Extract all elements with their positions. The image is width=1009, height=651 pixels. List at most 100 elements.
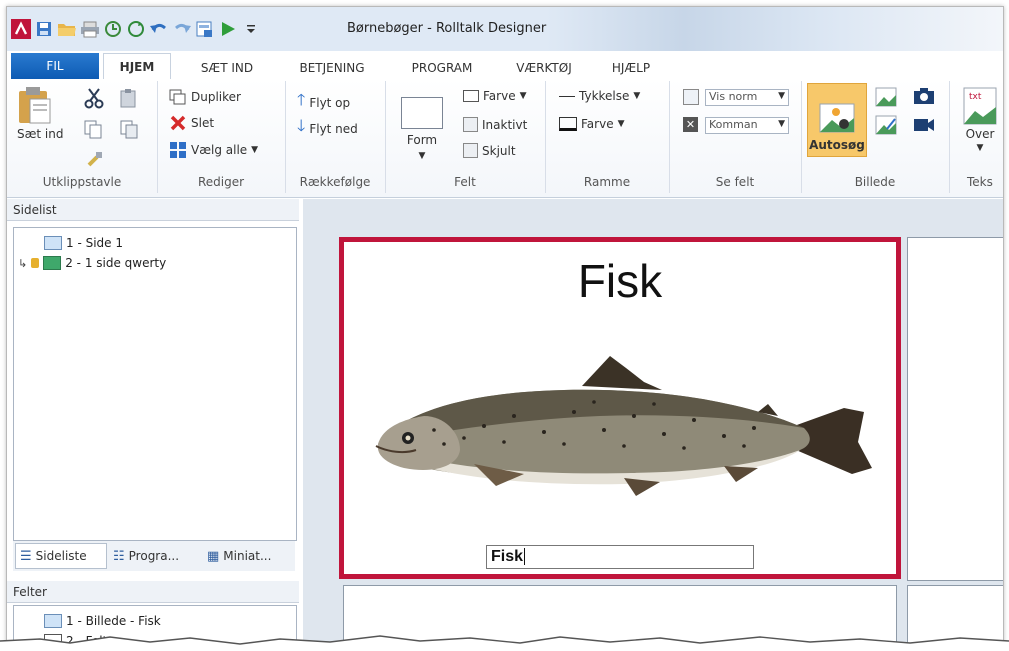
- image-edit-button[interactable]: [875, 115, 897, 135]
- layout-icon[interactable]: [195, 19, 215, 39]
- list-icon: ☰: [20, 548, 32, 564]
- tab-sideliste[interactable]: ☰ Sideliste: [15, 543, 107, 569]
- view-mode-dropdown[interactable]: Vis norm ▼: [705, 89, 789, 106]
- tree-icon: ☷: [113, 548, 125, 564]
- copy-icon: [84, 120, 102, 139]
- hidden-checkbox[interactable]: Skjult: [463, 143, 516, 158]
- chevron-down-icon: ▼: [418, 151, 426, 161]
- app-logo-icon[interactable]: [11, 19, 31, 39]
- grid-icon: ▦: [207, 548, 220, 564]
- paste-label: Sæt ind: [17, 127, 64, 141]
- run-icon[interactable]: [218, 19, 238, 39]
- page-item-1[interactable]: 1 - Side 1: [44, 234, 123, 252]
- move-down-button[interactable]: 🡓 Flyt ned: [297, 115, 358, 142]
- move-up-button[interactable]: 🡑 Flyt op: [297, 89, 350, 116]
- torn-edge-decoration: [0, 635, 1009, 651]
- view-field-group: Vis norm ▼ ✕ Komman ▼ Se felt: [669, 81, 802, 193]
- select-all-button[interactable]: Vælg alle ▼: [169, 141, 258, 159]
- card-text-input[interactable]: Fisk: [486, 545, 754, 569]
- chevron-down-icon: ▼: [251, 145, 259, 155]
- tab-fil[interactable]: FIL: [11, 53, 99, 79]
- field-icon: [44, 614, 62, 628]
- history-icon[interactable]: [103, 19, 123, 39]
- ribbon-tabs: FIL HJEM SÆT IND BETJENING PROGRAM VÆRKT…: [7, 51, 1003, 80]
- video-camera-icon: [914, 119, 934, 131]
- line-thickness-icon: [559, 95, 575, 97]
- arrow-down-icon: 🡓: [297, 116, 306, 135]
- view-field-icon: [683, 89, 699, 105]
- app-window: Børnebøger - Rolltalk Designer FIL HJEM …: [6, 6, 1004, 648]
- redo-icon[interactable]: [172, 19, 192, 39]
- view-mode-select[interactable]: [683, 89, 699, 105]
- page-item-label: 2 - 1 side qwerty: [65, 256, 167, 270]
- copy-format-button[interactable]: [119, 119, 139, 139]
- move-down-label: Flyt ned: [309, 121, 358, 136]
- delete-icon: [170, 115, 186, 131]
- command-icon-button[interactable]: ✕: [683, 117, 698, 132]
- field-group: Form ▼ Farve ▼ Inaktivt Skjult Felt: [385, 81, 546, 193]
- page-item-2[interactable]: ↳ 2 - 1 side qwerty: [18, 254, 166, 272]
- field-color-button[interactable]: Farve ▼: [463, 89, 527, 103]
- thickness-button[interactable]: Tykkelse ▼: [559, 89, 640, 103]
- save-icon[interactable]: [34, 19, 54, 39]
- text-caret: [524, 548, 526, 566]
- lock-icon: [31, 258, 40, 268]
- camera-button[interactable]: [913, 87, 935, 105]
- format-painter-button[interactable]: [85, 149, 105, 169]
- left-panel-tabs: ☰ Sideliste ☷ Progra... ▦ Miniat...: [13, 541, 295, 571]
- undo-icon[interactable]: [149, 19, 169, 39]
- select-all-icon: [170, 142, 186, 158]
- camera-icon: [914, 88, 934, 104]
- tab-hjem[interactable]: HJEM: [103, 53, 171, 80]
- paste-special-button[interactable]: [119, 87, 139, 109]
- open-folder-icon[interactable]: [57, 19, 77, 39]
- frame-group-label: Ramme: [583, 175, 631, 189]
- cut-button[interactable]: [83, 87, 105, 109]
- paste-button[interactable]: Sæt ind: [17, 85, 64, 141]
- thickness-label: Tykkelse: [579, 89, 630, 103]
- tab-hjaelp[interactable]: HJÆLP: [601, 57, 661, 79]
- tab-program-label: Progra...: [128, 549, 180, 563]
- page-item-label: 1 - Side 1: [66, 236, 123, 250]
- tab-vaerktoj[interactable]: VÆRKTØJ: [503, 57, 585, 79]
- copy-button[interactable]: [83, 119, 103, 139]
- sidelist-header: Sidelist: [7, 199, 299, 221]
- frame-color-label: Farve: [581, 117, 614, 131]
- selected-field-card[interactable]: Fisk Fisk: [339, 237, 901, 579]
- duplicate-button[interactable]: Dupliker: [169, 89, 241, 105]
- clipboard-group-label: Utklippstavle: [42, 175, 122, 189]
- video-button[interactable]: [913, 115, 935, 133]
- refresh-icon[interactable]: [126, 19, 146, 39]
- field-item-label: 1 - Billede - Fisk: [66, 614, 161, 628]
- text-over-button[interactable]: txt Over ▼: [963, 87, 997, 153]
- delete-button[interactable]: Slet: [169, 115, 214, 131]
- autosearch-button[interactable]: Autosøg: [807, 83, 867, 157]
- select-all-label: Vælg alle: [191, 143, 248, 157]
- design-canvas[interactable]: Fisk Fisk: [303, 199, 1003, 647]
- tab-program[interactable]: PROGRAM: [397, 57, 487, 79]
- print-icon[interactable]: [80, 19, 100, 39]
- frame-color-button[interactable]: Farve ▼: [559, 117, 625, 131]
- window-title: Børnebøger - Rolltalk Designer: [347, 21, 547, 36]
- title-bar: Børnebøger - Rolltalk Designer: [7, 7, 1003, 51]
- image-insert-button[interactable]: [875, 87, 897, 107]
- tab-program[interactable]: ☷ Progra...: [109, 543, 201, 569]
- view-mode-value: Vis norm: [709, 90, 758, 103]
- clipboard-group: Sæt ind Utklippstavle: [7, 81, 158, 193]
- tab-miniature-label: Miniat...: [223, 549, 272, 563]
- command-dropdown[interactable]: Komman ▼: [705, 117, 789, 134]
- image-edit-icon: [875, 115, 897, 135]
- sidelist-tree[interactable]: 1 - Side 1 ↳ 2 - 1 side qwerty: [13, 227, 297, 541]
- tab-miniature[interactable]: ▦ Miniat...: [203, 543, 293, 569]
- chevron-down-icon: ▼: [976, 143, 984, 153]
- brush-icon: [87, 152, 102, 167]
- dropdown-icon[interactable]: [241, 19, 261, 39]
- inactive-checkbox[interactable]: Inaktivt: [463, 117, 527, 132]
- card-text-value: Fisk: [491, 548, 524, 565]
- field-card-right[interactable]: [907, 237, 1003, 581]
- tab-betjening[interactable]: BETJENING: [287, 57, 377, 79]
- image-icon: [875, 87, 897, 107]
- form-button[interactable]: Form ▼: [401, 97, 443, 161]
- tab-saet-ind[interactable]: SÆT IND: [187, 57, 267, 79]
- scissors-icon: [84, 88, 104, 109]
